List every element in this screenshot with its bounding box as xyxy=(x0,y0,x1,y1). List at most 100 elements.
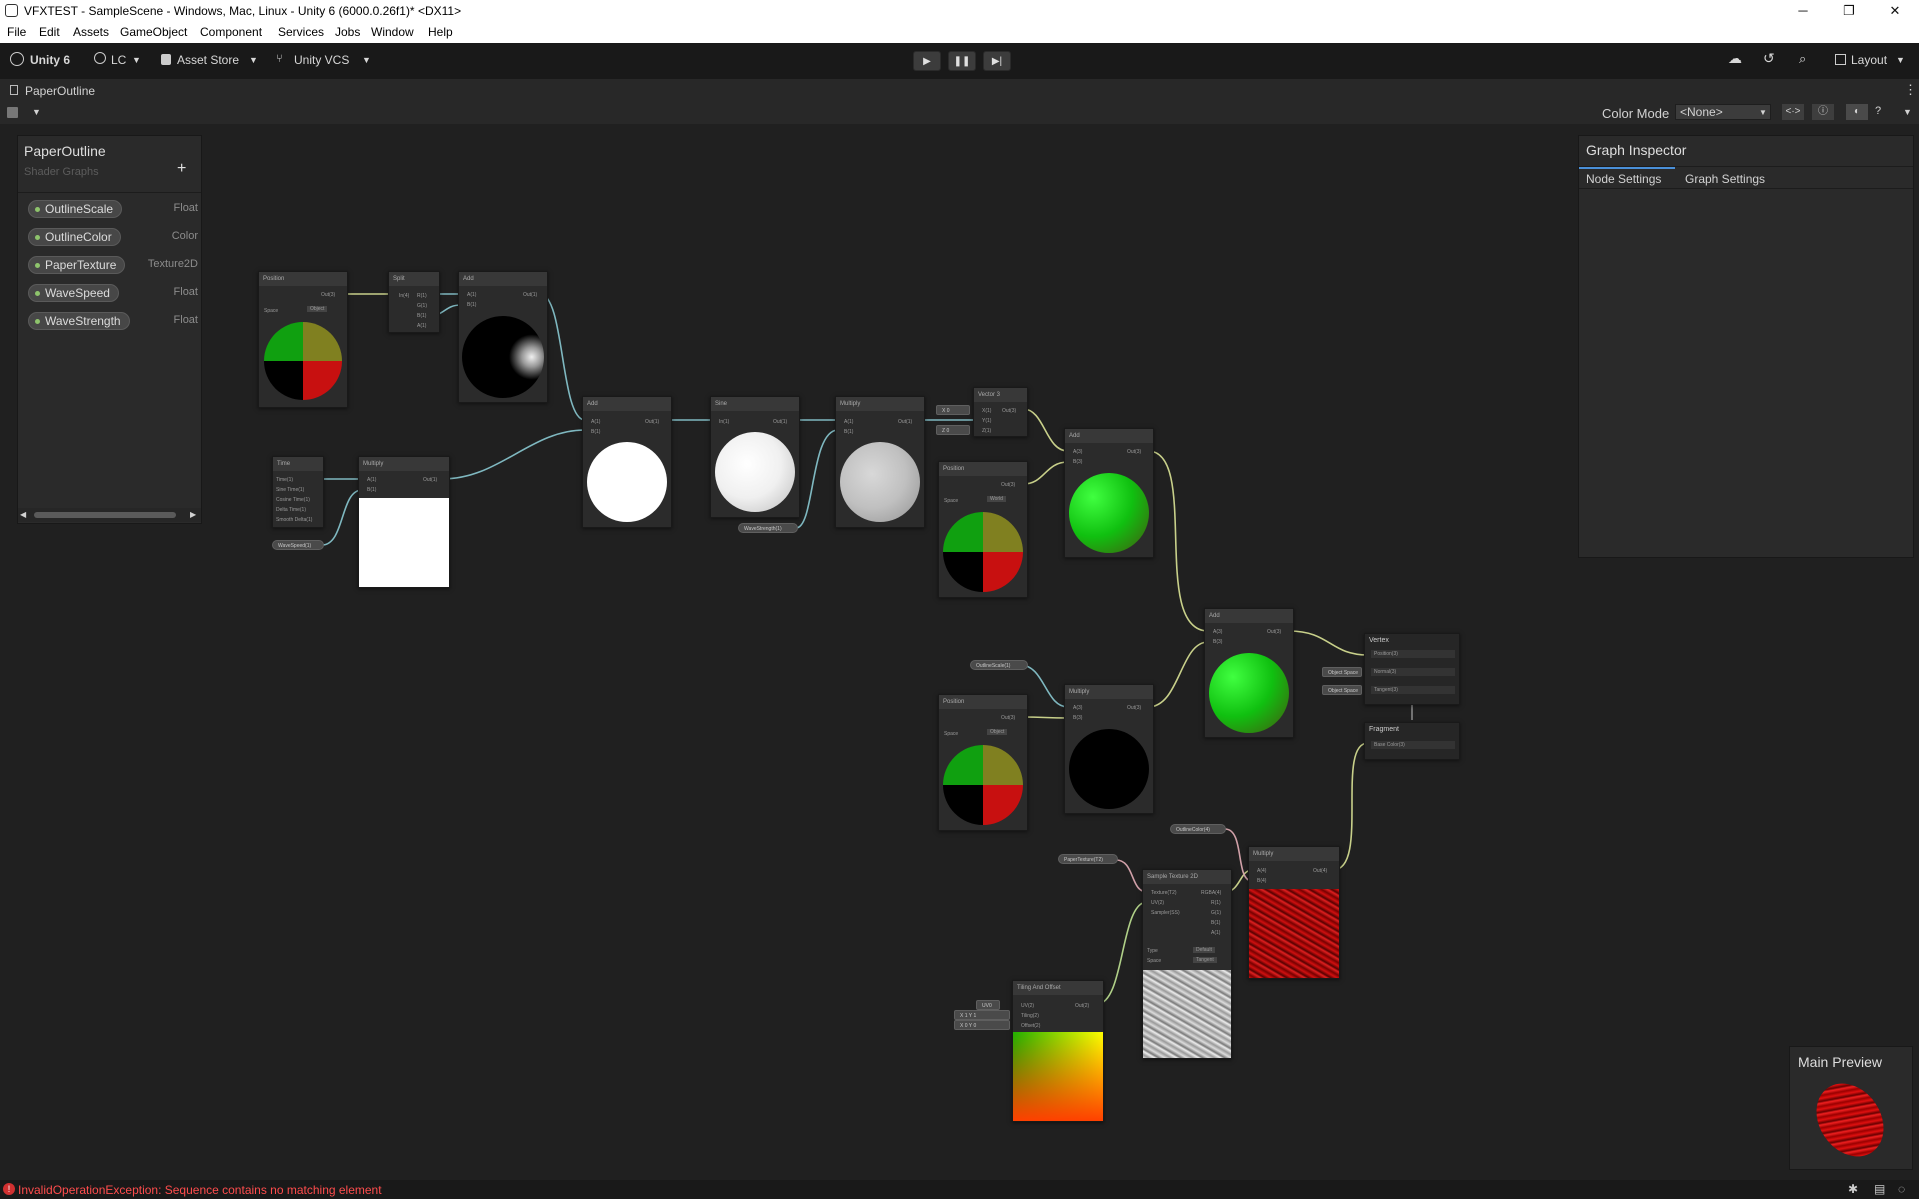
tiling-fields[interactable]: X 1 Y 1 xyxy=(954,1010,1010,1020)
port-offset[interactable]: Offset(2) xyxy=(1021,1023,1040,1029)
port-b[interactable]: B(1) xyxy=(844,429,853,435)
progress-icon[interactable]: ◌ xyxy=(1898,1182,1905,1196)
wavespeed-property-node[interactable]: WaveSpeed(1) xyxy=(272,540,324,550)
node-sample-texture-2d[interactable]: Sample Texture 2D Texture(T2) UV(2) Samp… xyxy=(1142,869,1232,1059)
node-time[interactable]: Time Time(1) Sine Time(1) Cosine Time(1)… xyxy=(272,456,324,528)
port-b[interactable]: B(1) xyxy=(1211,920,1220,926)
port-smooth-delta[interactable]: Smooth Delta(1) xyxy=(276,517,312,523)
port-b[interactable]: B(1) xyxy=(367,487,376,493)
port-delta-time[interactable]: Delta Time(1) xyxy=(276,507,306,513)
port-out[interactable]: Out(1) xyxy=(645,419,659,425)
port-tiling[interactable]: Tiling(2) xyxy=(1021,1013,1039,1019)
port-a[interactable]: A(1) xyxy=(417,323,426,329)
property-row-outlinecolor[interactable]: OutlineColor Color xyxy=(28,228,198,248)
port-b[interactable]: B(3) xyxy=(1073,459,1082,465)
offset-fields[interactable]: X 0 Y 0 xyxy=(954,1020,1010,1030)
scroll-left-icon[interactable]: ◀ xyxy=(20,510,26,519)
port-out[interactable]: Out(3) xyxy=(321,292,335,298)
wavestrength-property-node[interactable]: WaveStrength(1) xyxy=(738,523,798,533)
node-multiply[interactable]: Multiply A(4) B(4) Out(4) xyxy=(1248,846,1340,979)
property-row-outlinescale[interactable]: OutlineScale Float xyxy=(28,200,198,220)
node-vector3[interactable]: Vector 3 X(1) Y(1) Z(1) Out(3) xyxy=(973,387,1028,437)
port-b[interactable]: B(3) xyxy=(1213,639,1222,645)
property-row-wavespeed[interactable]: WaveSpeed Float xyxy=(28,284,198,304)
node-position[interactable]: Position Out(3) Space Object xyxy=(258,271,348,408)
debug-icon[interactable]: ✱ xyxy=(1848,1182,1858,1196)
port-normal[interactable]: Normal(3) xyxy=(1371,668,1455,676)
port-out[interactable]: Out(1) xyxy=(773,419,787,425)
port-out[interactable]: Out(3) xyxy=(1002,408,1016,414)
node-add[interactable]: Add A(3) B(3) Out(3) xyxy=(1064,428,1154,558)
port-position[interactable]: Position(3) xyxy=(1371,650,1455,658)
node-add[interactable]: Add A(1) B(1) Out(1) xyxy=(582,396,672,528)
vector3-z-field[interactable]: Z 0 xyxy=(936,425,970,435)
property-pill[interactable]: WaveStrength xyxy=(28,312,130,330)
node-add[interactable]: Add A(3) B(3) Out(3) xyxy=(1204,608,1294,738)
node-add[interactable]: Add A(1) B(1) Out(1) xyxy=(458,271,548,403)
port-x[interactable]: X(1) xyxy=(982,408,991,414)
port-b[interactable]: B(4) xyxy=(1257,878,1266,884)
node-multiply[interactable]: Multiply A(1) B(1) Out(1) xyxy=(835,396,925,528)
port-b[interactable]: B(1) xyxy=(417,313,426,319)
node-position[interactable]: Position Out(3) Space World xyxy=(938,461,1028,598)
port-out[interactable]: Out(3) xyxy=(1127,705,1141,711)
property-row-papertexture[interactable]: PaperTexture Texture2D xyxy=(28,256,198,276)
port-out[interactable]: Out(2) xyxy=(1075,1003,1089,1009)
port-sampler[interactable]: Sampler(SS) xyxy=(1151,910,1180,916)
port-rgba[interactable]: RGBA(4) xyxy=(1201,890,1221,896)
horizontal-scrollbar[interactable]: ◀ ▶ xyxy=(18,508,201,522)
scroll-right-icon[interactable]: ▶ xyxy=(190,510,196,519)
port-cosine-time[interactable]: Cosine Time(1) xyxy=(276,497,310,503)
tangent-space-chip[interactable]: Object Space xyxy=(1322,685,1362,695)
tab-node-settings[interactable]: Node Settings xyxy=(1579,167,1675,187)
port-b[interactable]: B(1) xyxy=(591,429,600,435)
add-property-button[interactable]: + xyxy=(177,160,186,178)
port-r[interactable]: R(1) xyxy=(417,293,427,299)
port-b[interactable]: B(1) xyxy=(467,302,476,308)
port-base-color[interactable]: Base Color(3) xyxy=(1371,741,1455,749)
status-message[interactable]: InvalidOperationException: Sequence cont… xyxy=(18,1183,382,1197)
port-time[interactable]: Time(1) xyxy=(276,477,293,483)
port-g[interactable]: G(1) xyxy=(1211,910,1221,916)
port-out[interactable]: Out(3) xyxy=(1001,482,1015,488)
property-row-wavestrength[interactable]: WaveStrength Float xyxy=(28,312,198,332)
port-out[interactable]: Out(3) xyxy=(1127,449,1141,455)
preview-mesh[interactable] xyxy=(1802,1070,1898,1170)
node-tiling-and-offset[interactable]: Tiling And Offset UV(2) Tiling(2) Offset… xyxy=(1012,980,1104,1122)
uv-channel-dropdown[interactable]: UV0 xyxy=(976,1000,1000,1010)
port-out[interactable]: Out(1) xyxy=(898,419,912,425)
port-out[interactable]: Out(1) xyxy=(523,292,537,298)
property-pill[interactable]: OutlineColor xyxy=(28,228,121,246)
port-r[interactable]: R(1) xyxy=(1211,900,1221,906)
port-a[interactable]: A(4) xyxy=(1257,868,1266,874)
port-a[interactable]: A(3) xyxy=(1213,629,1222,635)
port-out[interactable]: Out(3) xyxy=(1267,629,1281,635)
outlinecolor-property-node[interactable]: OutlineColor(4) xyxy=(1170,824,1226,834)
node-position[interactable]: Position Out(3) Space Object xyxy=(938,694,1028,831)
property-pill[interactable]: WaveSpeed xyxy=(28,284,119,302)
port-uv[interactable]: UV(2) xyxy=(1021,1003,1034,1009)
port-a[interactable]: A(1) xyxy=(591,419,600,425)
node-multiply[interactable]: Multiply A(3) B(3) Out(3) xyxy=(1064,684,1154,814)
papertexture-property-node[interactable]: PaperTexture(T2) xyxy=(1058,854,1118,864)
node-multiply[interactable]: Multiply A(1) B(1) Out(1) xyxy=(358,456,450,588)
console-icon[interactable]: ▤ xyxy=(1874,1182,1885,1196)
port-a[interactable]: A(1) xyxy=(367,477,376,483)
normal-space-chip[interactable]: Object Space xyxy=(1322,667,1362,677)
scrollbar-thumb[interactable] xyxy=(34,512,176,518)
port-out[interactable]: Out(3) xyxy=(1001,715,1015,721)
port-in[interactable]: In(4) xyxy=(399,293,409,299)
port-uv[interactable]: UV(2) xyxy=(1151,900,1164,906)
port-texture[interactable]: Texture(T2) xyxy=(1151,890,1177,896)
port-a[interactable]: A(1) xyxy=(467,292,476,298)
port-b[interactable]: B(3) xyxy=(1073,715,1082,721)
port-a[interactable]: A(1) xyxy=(844,419,853,425)
node-split[interactable]: Split In(4) R(1) G(1) B(1) A(1) xyxy=(388,271,440,333)
space-dropdown[interactable]: Object xyxy=(307,306,328,312)
fragment-stack[interactable]: Fragment Base Color(3) xyxy=(1364,722,1460,760)
property-pill[interactable]: PaperTexture xyxy=(28,256,126,274)
vector3-x-field[interactable]: X 0 xyxy=(936,405,970,415)
outlinescale-property-node[interactable]: OutlineScale(1) xyxy=(970,660,1028,670)
port-a[interactable]: A(3) xyxy=(1073,705,1082,711)
type-dropdown[interactable]: Default xyxy=(1193,947,1215,953)
